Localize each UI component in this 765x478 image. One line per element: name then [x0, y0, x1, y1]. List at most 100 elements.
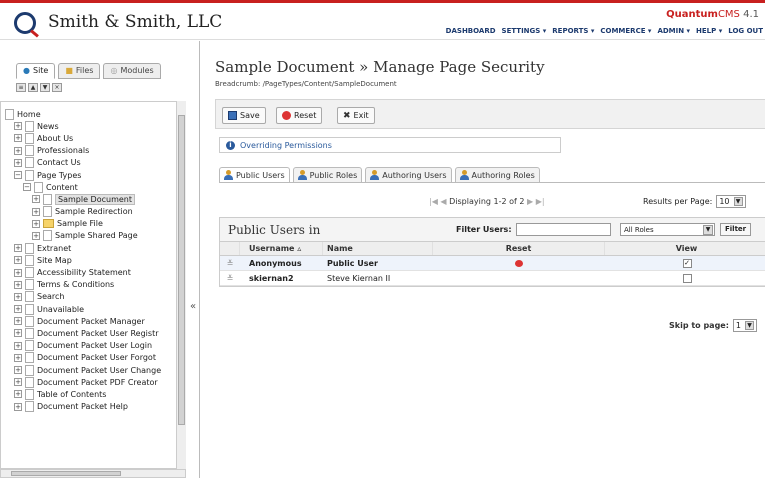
collapse-icon[interactable]: −	[23, 183, 31, 192]
exit-button[interactable]: ✖ Exit	[337, 107, 375, 124]
tree-node[interactable]: + Document Packet Help	[5, 401, 177, 413]
results-per-page-select[interactable]: 10 ▼	[716, 195, 746, 208]
page-icon	[25, 303, 34, 315]
collapse-icon[interactable]: −	[14, 171, 22, 180]
tab-public-users[interactable]: Public Users	[219, 167, 290, 183]
tab-authoring-users[interactable]: Authoring Users	[365, 167, 452, 183]
expand-icon[interactable]: +	[32, 195, 40, 204]
tree-node[interactable]: + Sample File	[5, 218, 177, 230]
expand-icon[interactable]: +	[14, 390, 22, 399]
view-checkbox[interactable]: ✓	[682, 258, 692, 268]
tab-authoring-roles[interactable]: Authoring Roles	[454, 167, 540, 183]
skip-page-select[interactable]: 1 ▼	[732, 319, 758, 332]
tab-public-roles[interactable]: Public Roles	[292, 167, 363, 183]
tree-node-label: Sample Redirection	[55, 207, 133, 217]
tree-horizontal-scrollbar[interactable]	[0, 469, 186, 478]
prev-page-icon[interactable]: ◀	[440, 197, 446, 206]
expand-icon[interactable]: +	[14, 280, 22, 289]
expand-icon[interactable]: +	[14, 305, 22, 314]
next-page-icon[interactable]: ▶	[527, 197, 533, 206]
tree-node[interactable]: + News	[5, 120, 177, 132]
tree-node[interactable]: + Table of Contents	[5, 388, 177, 400]
expand-icon[interactable]: +	[14, 158, 22, 167]
tree-node[interactable]: + Document Packet PDF Creator	[5, 376, 177, 388]
expand-icon[interactable]: +	[14, 146, 22, 155]
filter-button[interactable]: Filter	[720, 223, 752, 236]
tree-node[interactable]: + Contact Us	[5, 157, 177, 169]
tree-node[interactable]: + Document Packet User Forgot	[5, 352, 177, 364]
tree-node[interactable]: + Sample Document	[5, 193, 177, 205]
table-row[interactable]: ≚ skiernan2 Steve Kiernan II	[220, 271, 765, 286]
reset-icon[interactable]	[515, 259, 523, 267]
expand-icon[interactable]: +	[14, 341, 22, 350]
tree-node[interactable]: − Page Types	[5, 169, 177, 181]
tree-node[interactable]: + Document Packet User Change	[5, 364, 177, 376]
nav-reports[interactable]: REPORTS ▾	[552, 27, 594, 35]
last-page-icon[interactable]: ▶|	[536, 197, 545, 206]
roles-select[interactable]: All Roles ▼	[620, 223, 715, 236]
save-button[interactable]: Save	[222, 107, 266, 124]
expand-icon[interactable]: +	[14, 134, 22, 143]
nav-dashboard[interactable]: DASHBOARD	[446, 27, 496, 35]
view-checkbox[interactable]	[682, 273, 692, 283]
cell-reset	[433, 271, 605, 285]
scroll-thumb[interactable]	[178, 115, 185, 425]
expand-icon[interactable]: +	[14, 244, 22, 253]
expand-icon[interactable]: +	[14, 268, 22, 277]
tree-node[interactable]: + Accessibility Statement	[5, 266, 177, 279]
tree-vertical-scrollbar[interactable]	[176, 101, 186, 469]
override-permissions[interactable]: i Overriding Permissions	[219, 137, 561, 153]
tree-node[interactable]: + Terms & Conditions	[5, 279, 177, 291]
collapse-panel-icon[interactable]: «	[190, 301, 196, 312]
table-row[interactable]: ≚ Anonymous Public User ✓	[220, 256, 765, 271]
tree-node[interactable]: + Site Map	[5, 254, 177, 266]
expand-icon[interactable]: +	[14, 292, 22, 301]
tree-node[interactable]: + Professionals	[5, 145, 177, 157]
tree-node[interactable]: + About Us	[5, 132, 177, 144]
top-bar: Smith & Smith, LLC QuantumCMS 4.1 DASHBO…	[0, 0, 765, 40]
nav-commerce[interactable]: COMMERCE ▾	[600, 27, 651, 35]
skip-to-page: Skip to page: 1 ▼	[669, 319, 758, 332]
tree-node[interactable]: + Document Packet User Registr	[5, 327, 177, 339]
expand-icon[interactable]: +	[14, 122, 22, 131]
scroll-thumb[interactable]	[11, 471, 121, 476]
nav-settings[interactable]: SETTINGS ▾	[502, 27, 547, 35]
tree-node[interactable]: Home	[5, 108, 177, 120]
reset-button[interactable]: Reset	[276, 107, 323, 124]
expand-icon[interactable]: +	[32, 231, 40, 240]
first-page-icon[interactable]: |◀	[429, 197, 438, 206]
expand-icon[interactable]: ▲	[28, 83, 38, 92]
tree-node[interactable]: + Document Packet Manager	[5, 315, 177, 327]
expand-icon[interactable]: +	[14, 378, 22, 387]
col-username[interactable]: Username ▵	[240, 242, 323, 255]
tab-modules[interactable]: ◎ Modules	[103, 63, 161, 79]
move-down-icon[interactable]: ×	[52, 83, 62, 92]
user-icon	[224, 170, 233, 180]
tree-node[interactable]: + Extranet	[5, 242, 177, 254]
tree-node[interactable]: + Unavailable	[5, 303, 177, 315]
tree-tool-icon[interactable]: ≡	[16, 83, 26, 92]
nav-help[interactable]: HELP ▾	[696, 27, 722, 35]
tab-files[interactable]: ■ Files	[58, 63, 101, 79]
nav-admin[interactable]: ADMIN ▾	[657, 27, 690, 35]
row-expand-icon[interactable]: ≚	[220, 256, 240, 270]
expand-icon[interactable]: +	[14, 353, 22, 362]
expand-icon[interactable]: +	[14, 256, 22, 265]
expand-icon[interactable]: +	[32, 219, 40, 228]
expand-icon[interactable]: +	[14, 329, 22, 338]
row-expand-icon[interactable]: ≚	[220, 271, 240, 285]
col-name[interactable]: Name	[323, 242, 433, 255]
nav-logout[interactable]: LOG OUT	[728, 27, 763, 35]
tree-node[interactable]: − Content	[5, 181, 177, 193]
move-up-icon[interactable]: ▼	[40, 83, 50, 92]
expand-icon[interactable]: +	[32, 207, 40, 216]
tab-site[interactable]: ● Site	[16, 63, 56, 79]
expand-icon[interactable]: +	[14, 402, 22, 411]
tree-node[interactable]: + Sample Shared Page	[5, 230, 177, 242]
expand-icon[interactable]: +	[14, 366, 22, 375]
tree-node[interactable]: + Sample Redirection	[5, 206, 177, 218]
expand-icon[interactable]: +	[14, 317, 22, 326]
tree-node[interactable]: + Document Packet User Login	[5, 340, 177, 352]
tree-node[interactable]: + Search	[5, 291, 177, 303]
filter-users-input[interactable]	[516, 223, 611, 236]
